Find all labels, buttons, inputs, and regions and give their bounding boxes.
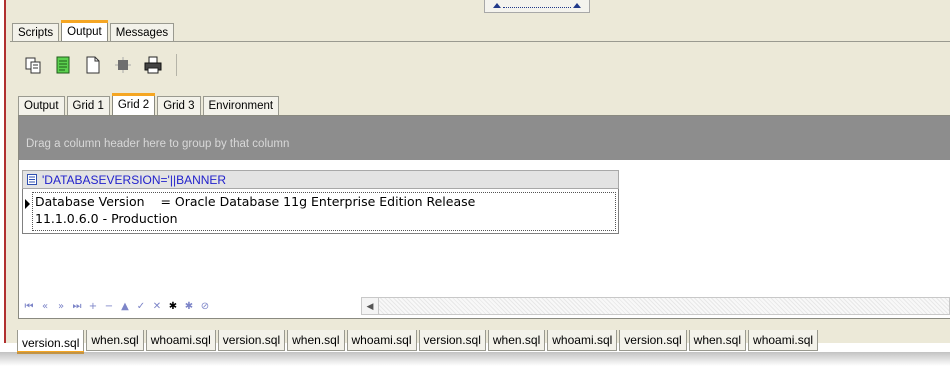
editor-window: Scripts Output Messages Output Grid 1 Grid 2… [4, 0, 950, 343]
output-toolbar [22, 54, 177, 76]
file-tab-version-sql[interactable]: version.sql [418, 330, 486, 351]
delete-record-button[interactable]: − [102, 299, 116, 313]
file-tab-whoami-sql[interactable]: whoami.sql [346, 330, 417, 351]
subtab-grid-3[interactable]: Grid 3 [157, 96, 201, 115]
file-tab-version-sql[interactable]: version.sql [619, 330, 687, 351]
file-tab-whoami-sql[interactable]: whoami.sql [748, 330, 819, 351]
file-tab-when-sql[interactable]: when.sql [487, 330, 546, 351]
file-tab-when-sql[interactable]: when.sql [287, 330, 345, 351]
subtab-grid-2[interactable]: Grid 2 [111, 93, 156, 115]
insert-record-button[interactable]: + [86, 299, 100, 313]
subtab-output[interactable]: Output [18, 96, 65, 115]
goto-bookmark-button[interactable]: ✱ [182, 299, 196, 313]
current-row-indicator-icon [25, 199, 30, 209]
edit-record-button[interactable]: ▲ [118, 299, 132, 313]
file-tab-whoami-sql[interactable]: whoami.sql [547, 330, 618, 351]
tab-divider [10, 41, 950, 42]
collapse-up-icon [493, 3, 501, 8]
next-page-button[interactable]: » [54, 299, 68, 313]
print-icon[interactable] [142, 54, 164, 76]
last-record-button[interactable]: ⏭ [70, 299, 84, 313]
stop-icon[interactable] [112, 54, 134, 76]
file-tab-whoami-sql[interactable]: whoami.sql [145, 330, 216, 351]
column-chooser-icon[interactable] [26, 174, 38, 186]
grid-navigator: ⏮ «» ⏭ + − ▲ ✓ ✕ ✱ ✱ ⊘ [22, 297, 214, 315]
result-tabs: Output Grid 1 Grid 2 Grid 3 Environment [18, 93, 281, 115]
file-tab-when-sql[interactable]: when.sql [86, 330, 144, 351]
subtab-grid-1[interactable]: Grid 1 [66, 96, 110, 115]
splitter-handle[interactable] [484, 0, 590, 13]
copy-icon[interactable] [22, 54, 44, 76]
tab-messages[interactable]: Messages [109, 23, 175, 42]
group-by-hint: Drag a column header here to group by th… [26, 138, 290, 150]
tab-scripts[interactable]: Scripts [12, 23, 60, 42]
prior-page-button[interactable]: « [38, 299, 52, 313]
file-tab-version-sql[interactable]: version.sql [217, 330, 286, 351]
torn-edge-shadow [0, 352, 950, 366]
toolbar-separator [176, 54, 177, 76]
notes-icon[interactable] [52, 54, 74, 76]
subtab-environment[interactable]: Environment [202, 96, 280, 115]
column-header[interactable]: 'DATABASEVERSION='||BANNER [22, 170, 619, 189]
new-page-icon[interactable] [82, 54, 104, 76]
scroll-left-arrow-icon[interactable]: ◀ [362, 298, 379, 314]
first-record-button[interactable]: ⏮ [22, 299, 36, 313]
output-panel-tabs: Scripts Output Messages [12, 19, 176, 42]
table-row[interactable]: Database Version = Oracle Database 11g E… [22, 189, 619, 234]
table-cell[interactable]: Database Version = Oracle Database 11g E… [32, 192, 616, 231]
results-grid: Drag a column header here to group by th… [18, 115, 950, 319]
filter-button[interactable]: ⊘ [198, 299, 212, 313]
tab-output[interactable]: Output [61, 20, 108, 42]
splitter-dots [503, 7, 571, 8]
group-by-panel[interactable]: Drag a column header here to group by th… [19, 116, 950, 160]
cancel-edit-button[interactable]: ✕ [150, 299, 164, 313]
file-tab-when-sql[interactable]: when.sql [688, 330, 747, 351]
horizontal-scrollbar[interactable]: ◀ [361, 297, 950, 315]
bookmark-button[interactable]: ✱ [166, 299, 180, 313]
post-edit-button[interactable]: ✓ [134, 299, 148, 313]
file-tab-version-sql[interactable]: version.sql [17, 330, 85, 354]
column-header-label: 'DATABASEVERSION='||BANNER [42, 172, 227, 187]
script-file-tabs: version.sql when.sql whoami.sql version.sql… [17, 330, 820, 354]
collapse-up-icon [573, 3, 581, 8]
